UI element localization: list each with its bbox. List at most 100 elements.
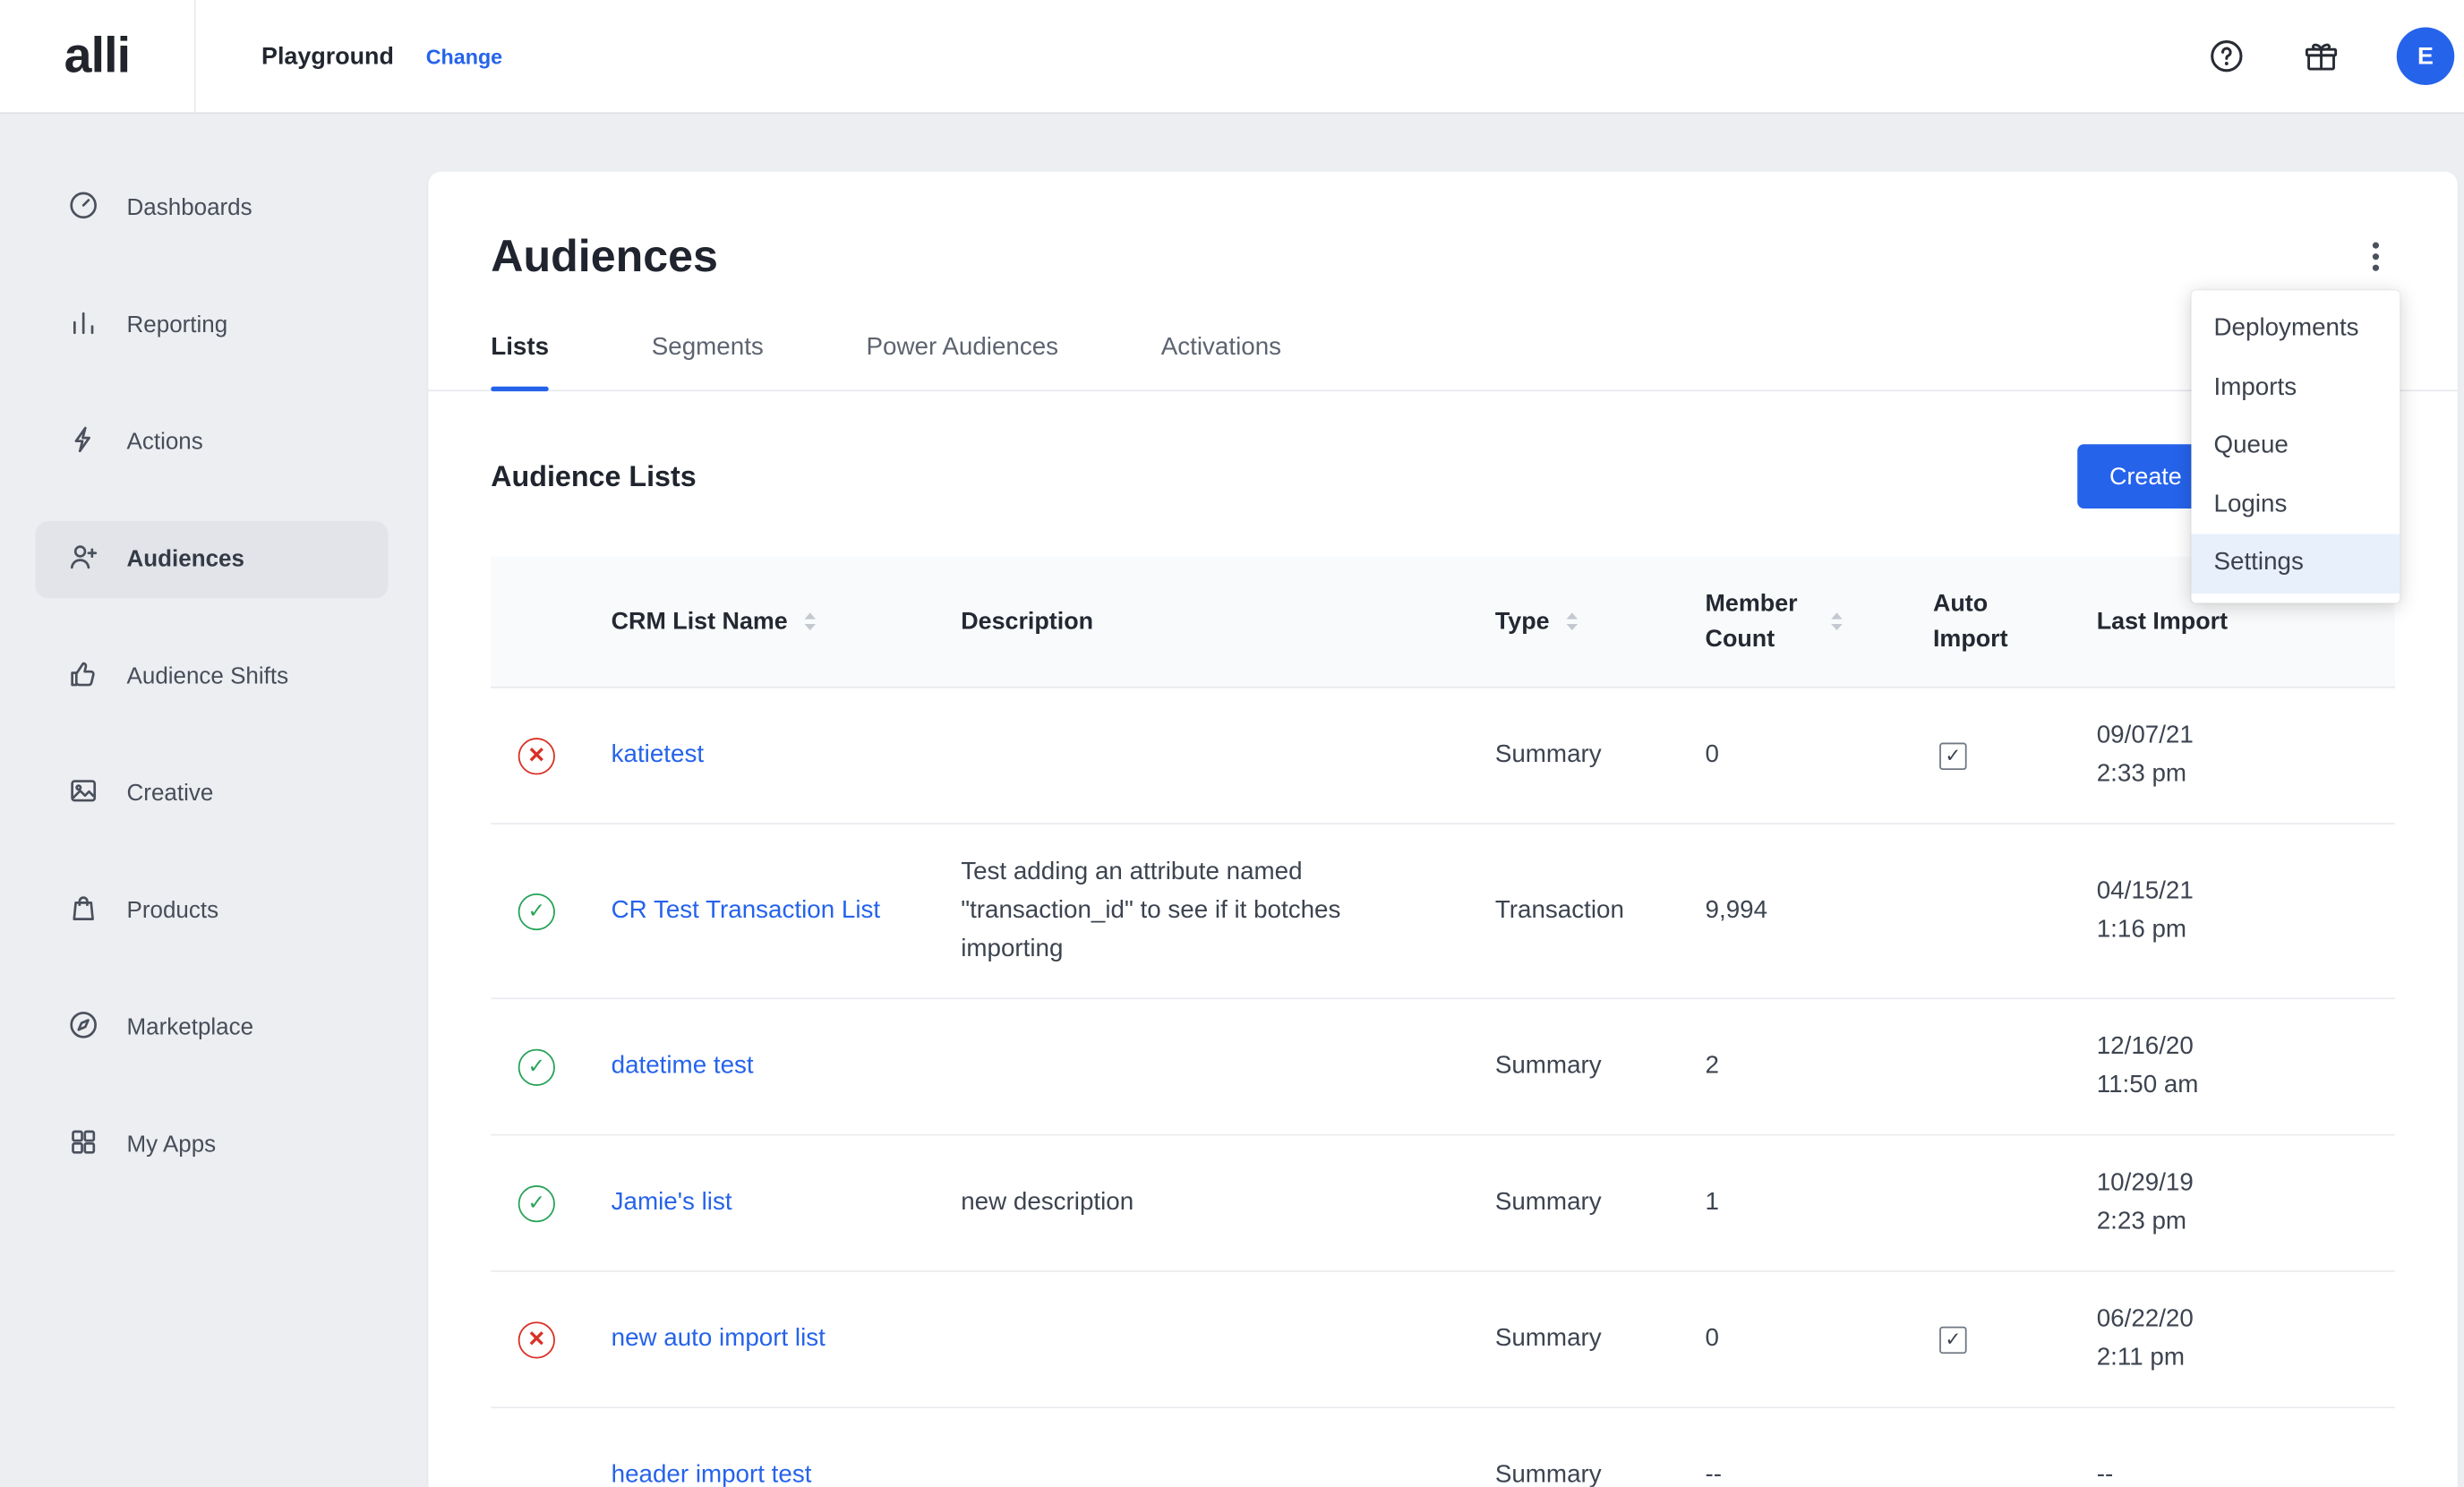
column-header-description: Description — [961, 604, 1495, 639]
list-name-link[interactable]: datetime test — [612, 1047, 792, 1086]
member-count: 1 — [1706, 1189, 1933, 1218]
tab-segments[interactable]: Segments — [652, 332, 764, 390]
column-header-member-count[interactable]: Member Count — [1706, 586, 1933, 657]
row-kebab-icon[interactable] — [2356, 1197, 2382, 1209]
list-type: Summary — [1495, 1189, 1706, 1218]
list-name-link[interactable]: new auto import list — [612, 1320, 864, 1359]
sidebar-item-creative[interactable]: Creative — [35, 756, 388, 833]
last-import-date: 04/15/21 — [2097, 873, 2342, 911]
column-header-crm-list-name[interactable]: CRM List Name — [612, 604, 962, 639]
list-type: Transaction — [1495, 897, 1706, 926]
menu-item-queue[interactable]: Queue — [2191, 417, 2400, 475]
last-import: 06/22/20 2:11 pm — [2097, 1301, 2342, 1378]
actions-icon — [67, 423, 99, 462]
sidebar-item-my-apps[interactable]: My Apps — [35, 1107, 388, 1184]
sidebar-item-audiences[interactable]: Audiences — [35, 521, 388, 598]
column-header-label: CRM List Name — [612, 604, 788, 639]
context-menu: Deployments Imports Queue Logins Setting… — [2191, 290, 2400, 602]
table-row: ✓ datetime test Summary 2 12/16/20 11:50… — [491, 999, 2395, 1135]
status-cell: × — [491, 737, 611, 773]
sidebar-item-products[interactable]: Products — [35, 873, 388, 950]
last-import-time: 11:50 am — [2097, 1066, 2342, 1105]
success-status-icon: ✓ — [518, 1048, 555, 1085]
last-import-time: 2:11 pm — [2097, 1339, 2342, 1378]
last-import-date: 12/16/20 — [2097, 1028, 2342, 1066]
user-avatar[interactable]: E — [2397, 27, 2455, 85]
sort-icon[interactable] — [802, 611, 818, 632]
success-status-icon: ✓ — [518, 1184, 555, 1221]
menu-item-imports[interactable]: Imports — [2191, 358, 2400, 416]
column-header-type[interactable]: Type — [1495, 604, 1706, 639]
change-workspace-link[interactable]: Change — [426, 44, 502, 68]
sidebar: Dashboards Reporting Actions Audiences A… — [0, 112, 428, 1486]
auto-import-checkbox[interactable] — [1939, 742, 1966, 769]
section-title: Audience Lists — [491, 459, 696, 493]
list-type: Summary — [1495, 1052, 1706, 1081]
row-kebab-icon[interactable] — [2356, 1468, 2382, 1481]
name-cell: Jamie's list — [612, 1184, 962, 1222]
table-row: header import test Summary -- -- — [491, 1408, 2395, 1487]
tab-activations[interactable]: Activations — [1161, 332, 1281, 390]
list-name-link[interactable]: CR Test Transaction List — [612, 892, 919, 930]
error-status-icon: × — [518, 1320, 555, 1357]
status-cell: ✓ — [491, 1048, 611, 1085]
last-import-date: 06/22/20 — [2097, 1301, 2342, 1339]
section-row: Audience Lists Create — [491, 444, 2395, 508]
gift-icon[interactable] — [2302, 37, 2340, 75]
name-cell: header import test — [612, 1456, 962, 1487]
row-kebab-icon[interactable] — [2356, 905, 2382, 918]
card-header: Audiences — [491, 172, 2395, 284]
sidebar-item-label: Marketplace — [127, 1015, 254, 1041]
menu-item-deployments[interactable]: Deployments — [2191, 300, 2400, 358]
column-header-label: Description — [961, 604, 1093, 639]
last-import-date: -- — [2097, 1456, 2342, 1487]
auto-import-cell — [1933, 1326, 2097, 1353]
member-count: 2 — [1706, 1052, 1933, 1081]
sidebar-item-label: Actions — [127, 430, 203, 456]
reporting-icon — [67, 306, 99, 345]
auto-import-cell — [1933, 742, 2097, 769]
row-kebab-icon[interactable] — [2356, 749, 2382, 762]
sidebar-item-label: Dashboards — [127, 196, 252, 222]
sort-icon[interactable] — [1829, 611, 1845, 632]
name-cell: katietest — [612, 736, 962, 774]
last-import: -- — [2097, 1456, 2342, 1487]
sidebar-item-label: Creative — [127, 782, 214, 808]
workspace-name: Playground — [261, 42, 394, 69]
column-header-auto-import: Auto Import — [1933, 586, 2097, 657]
list-name-link[interactable]: header import test — [612, 1456, 851, 1487]
sidebar-item-label: Audience Shifts — [127, 664, 289, 690]
last-import-date: 10/29/19 — [2097, 1165, 2342, 1203]
list-type: Summary — [1495, 1460, 1706, 1487]
table-row: × new auto import list Summary 0 06/22/2… — [491, 1272, 2395, 1408]
list-name-link[interactable]: katietest — [612, 736, 742, 774]
last-import: 10/29/19 2:23 pm — [2097, 1165, 2342, 1242]
sidebar-item-actions[interactable]: Actions — [35, 405, 388, 482]
marketplace-icon — [67, 1009, 99, 1047]
list-description: Test adding an attribute named "transact… — [961, 853, 1495, 969]
tab-power-audiences[interactable]: Power Audiences — [866, 332, 1058, 390]
success-status-icon: ✓ — [518, 893, 555, 929]
sidebar-item-marketplace[interactable]: Marketplace — [35, 989, 388, 1066]
menu-item-logins[interactable]: Logins — [2191, 475, 2400, 534]
sidebar-item-audience-shifts[interactable]: Audience Shifts — [35, 638, 388, 715]
name-cell: CR Test Transaction List — [612, 892, 962, 930]
tab-lists[interactable]: Lists — [491, 332, 549, 390]
last-import-time: 2:33 pm — [2097, 756, 2342, 794]
sidebar-item-reporting[interactable]: Reporting — [35, 287, 388, 364]
status-cell: ✓ — [491, 1184, 611, 1221]
column-header-last-import: Last Import — [2097, 604, 2342, 639]
sort-icon[interactable] — [1564, 611, 1580, 632]
list-name-link[interactable]: Jamie's list — [612, 1184, 771, 1222]
help-icon[interactable] — [2207, 37, 2246, 75]
column-header-label: Type — [1495, 604, 1550, 639]
row-kebab-icon[interactable] — [2356, 1060, 2382, 1073]
top-bar: alli Playground Change E — [0, 0, 2464, 112]
sidebar-item-dashboards[interactable]: Dashboards — [35, 170, 388, 247]
menu-item-settings[interactable]: Settings — [2191, 534, 2400, 593]
row-kebab-icon[interactable] — [2356, 1333, 2382, 1346]
page-kebab-icon[interactable] — [2357, 233, 2395, 281]
dashboards-icon — [67, 189, 99, 227]
auto-import-checkbox[interactable] — [1939, 1326, 1966, 1353]
alli-logo[interactable]: alli — [64, 27, 131, 85]
